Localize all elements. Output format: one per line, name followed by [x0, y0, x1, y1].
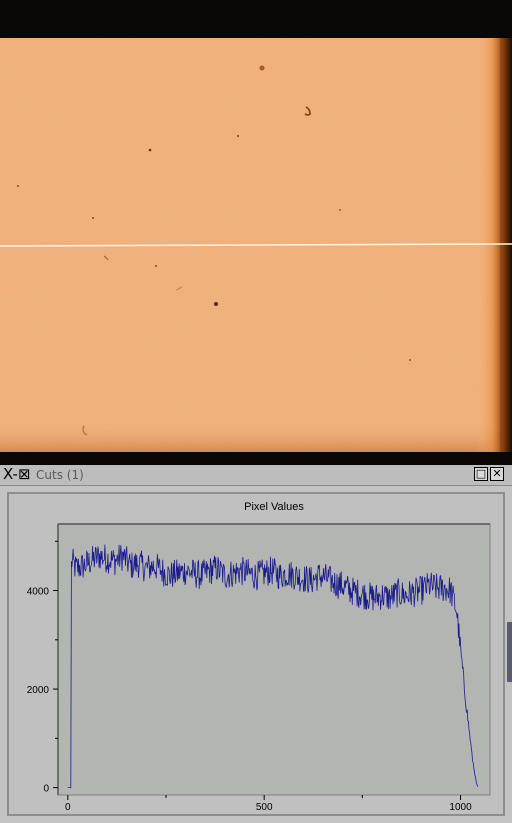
x-tick-label: 0 — [65, 802, 71, 813]
speck — [237, 135, 239, 137]
window-title: Cuts (1) — [36, 468, 84, 482]
illuminated-right-edge — [476, 38, 512, 452]
illuminated-bottom-falloff — [0, 420, 500, 452]
plot-frame: Pixel Values 0 2000 4000 0 500 1000 — [7, 492, 505, 816]
chart-title: Pixel Values — [244, 501, 304, 513]
x-window-logo[interactable]: X-⊠ — [3, 466, 31, 483]
image-bottom-dark-band — [0, 452, 512, 465]
speck — [148, 148, 152, 152]
speck — [259, 65, 265, 71]
background-window-edge — [507, 622, 512, 682]
y-tick-label: 4000 — [27, 587, 50, 598]
image-viewer[interactable] — [0, 0, 512, 465]
image-top-dark-band — [0, 0, 512, 38]
x-tick-label: 500 — [256, 802, 273, 813]
speck — [155, 265, 157, 267]
speck — [339, 209, 341, 211]
cuts-window[interactable]: X-⊠ Cuts (1) □ ✕ Pixel Values 0 2000 4000 0 5… — [0, 465, 512, 823]
speck — [214, 302, 218, 306]
window-titlebar[interactable]: X-⊠ Cuts (1) □ ✕ — [0, 465, 512, 486]
y-tick-label: 0 — [43, 784, 49, 795]
speck — [92, 217, 94, 219]
y-tick-label: 2000 — [27, 685, 50, 696]
spectrum-image[interactable] — [0, 0, 512, 465]
maximize-button[interactable]: □ — [474, 467, 488, 481]
close-button[interactable]: ✕ — [490, 467, 504, 481]
speck — [17, 185, 19, 187]
x-tick-label: 1000 — [449, 802, 472, 813]
pixel-values-chart[interactable]: Pixel Values 0 2000 4000 0 500 1000 — [9, 494, 503, 814]
speck — [409, 359, 411, 361]
